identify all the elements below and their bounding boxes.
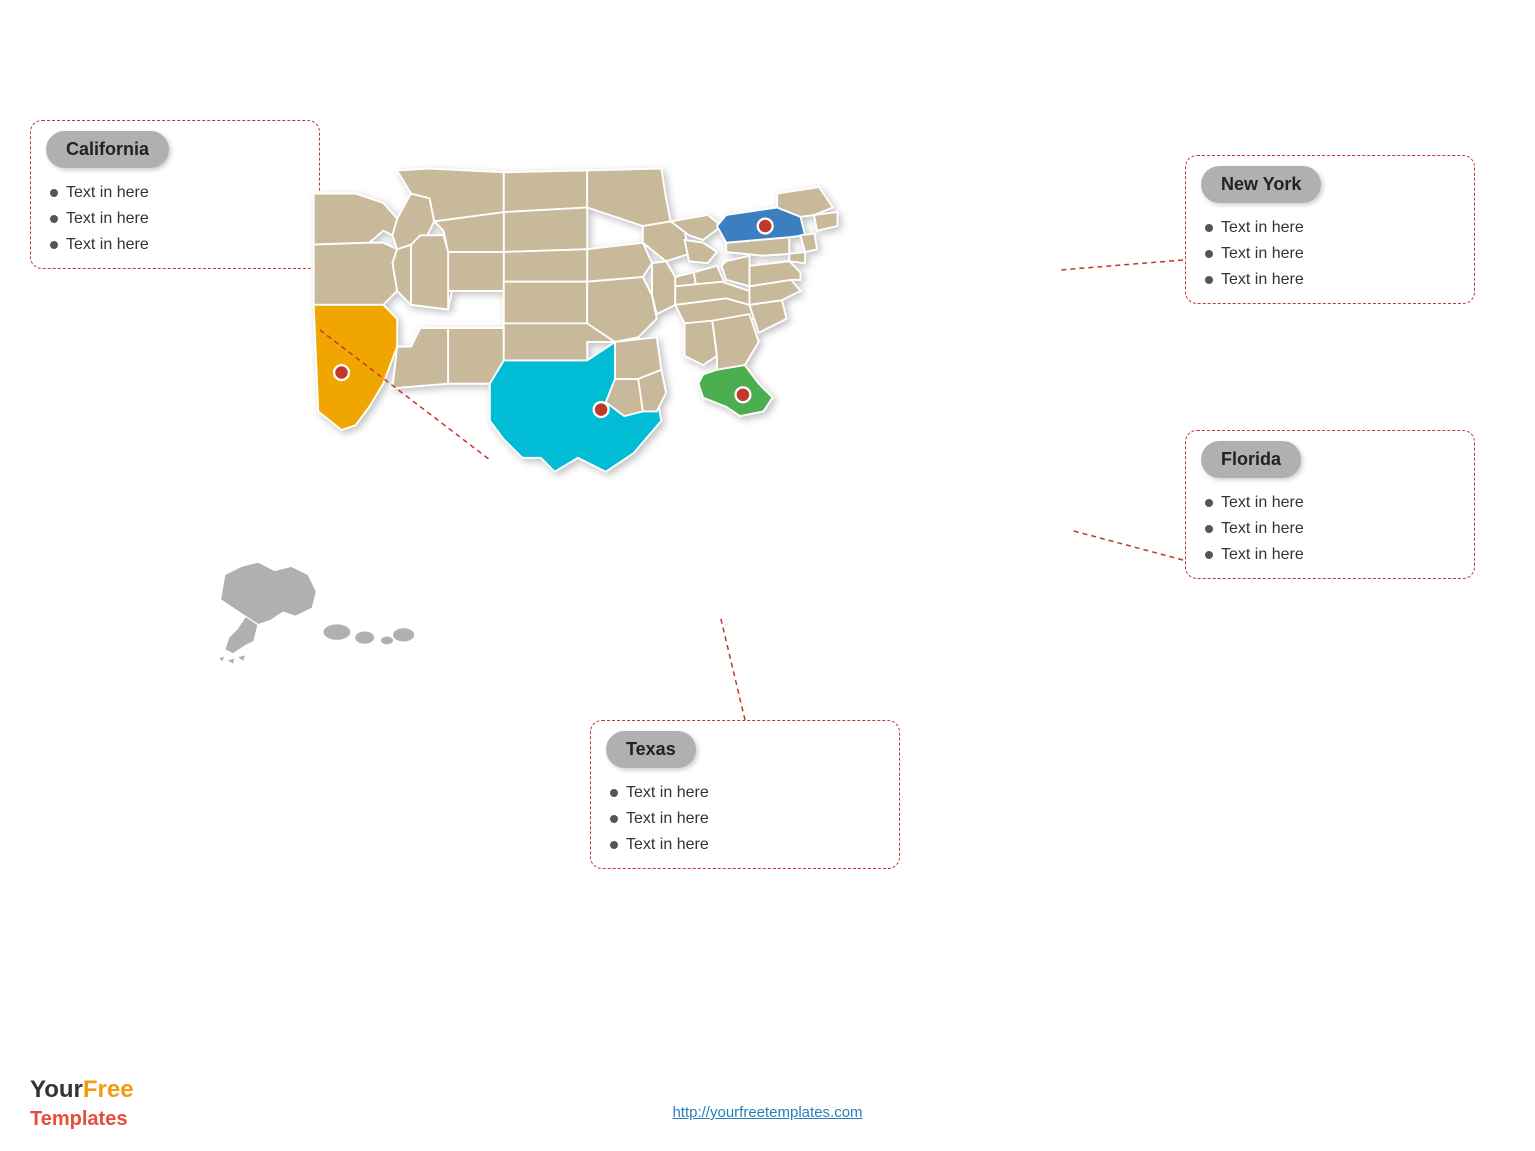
florida-list: Text in here Text in here Text in here xyxy=(1201,486,1459,568)
newyork-item-1: Text in here xyxy=(1205,215,1459,241)
newyork-item-2: Text in here xyxy=(1205,241,1459,267)
usa-map xyxy=(170,120,1060,740)
bullet-icon xyxy=(610,841,618,849)
california-label: California xyxy=(66,139,149,159)
logo-free: Free xyxy=(83,1076,134,1103)
newyork-title-pill: New York xyxy=(1201,166,1321,203)
florida-pin xyxy=(736,387,751,402)
texas-item-1: Text in here xyxy=(610,780,884,806)
florida-item-1: Text in here xyxy=(1205,490,1459,516)
texas-item-3: Text in here xyxy=(610,832,884,858)
bullet-icon xyxy=(1205,276,1213,284)
bullet-icon xyxy=(50,241,58,249)
newyork-list: Text in here Text in here Text in here xyxy=(1201,211,1459,293)
florida-title-pill: Florida xyxy=(1201,441,1301,478)
bullet-icon xyxy=(1205,551,1213,559)
texas-item-2: Text in here xyxy=(610,806,884,832)
bullet-icon xyxy=(610,815,618,823)
bullet-icon xyxy=(50,215,58,223)
florida-label: Florida xyxy=(1221,449,1281,469)
newyork-item-3: Text in here xyxy=(1205,267,1459,293)
bullet-icon xyxy=(50,189,58,197)
florida-callout-box: Florida Text in here Text in here Text i… xyxy=(1185,430,1475,579)
newyork-callout-box: New York Text in here Text in here Text … xyxy=(1185,155,1475,304)
map-container xyxy=(170,120,1060,740)
bullet-icon xyxy=(1205,250,1213,258)
texas-list: Text in here Text in here Text in here xyxy=(606,776,884,858)
bullet-icon xyxy=(610,789,618,797)
newyork-label: New York xyxy=(1221,174,1301,194)
bullet-icon xyxy=(1205,525,1213,533)
footer-link[interactable]: http://yourfreetemplates.com xyxy=(672,1104,862,1121)
california-title-pill: California xyxy=(46,131,169,168)
newyork-pin xyxy=(758,219,773,234)
bullet-icon xyxy=(1205,499,1213,507)
texas-pin xyxy=(594,402,609,417)
california-pin xyxy=(334,365,349,380)
florida-item-2: Text in here xyxy=(1205,516,1459,542)
footer: http://yourfreetemplates.com xyxy=(0,1104,1535,1121)
texas-label: Texas xyxy=(626,739,676,759)
bullet-icon xyxy=(1205,224,1213,232)
texas-callout-box: Texas Text in here Text in here Text in … xyxy=(590,720,900,869)
logo-your: Your xyxy=(30,1076,83,1103)
florida-item-3: Text in here xyxy=(1205,542,1459,568)
